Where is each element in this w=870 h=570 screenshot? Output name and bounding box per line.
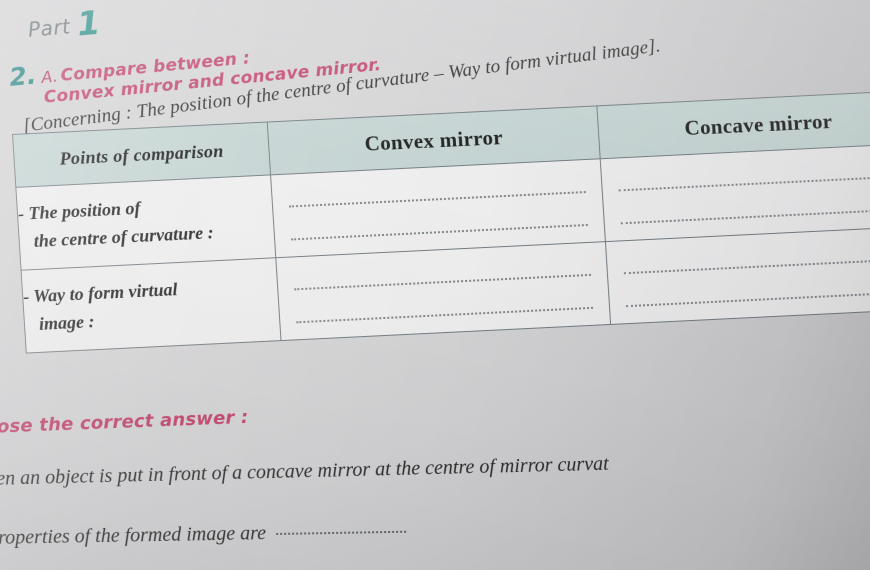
row-label-line2: the centre of curvature : xyxy=(33,222,215,252)
row-label-line1: - Way to form virtual xyxy=(22,279,179,307)
comparison-table: Points of comparison Convex mirror Conca… xyxy=(12,89,870,354)
dotted-answer-line xyxy=(618,174,870,192)
answer-cell-concave-curvature[interactable] xyxy=(600,143,870,242)
comparison-table-wrapper: Points of comparison Convex mirror Conca… xyxy=(12,89,870,354)
answer-cell-concave-virtual-image[interactable] xyxy=(605,225,870,325)
mcq-question-line-2-text: properties of the formed image are xyxy=(0,522,267,549)
mcq-question-line-2: properties of the formed image are xyxy=(0,520,407,550)
dotted-answer-line xyxy=(620,207,870,225)
row-label-line2: image : xyxy=(38,311,96,334)
row-label-virtual-image: - Way to form virtual image : xyxy=(21,257,282,354)
part-label: Part xyxy=(27,14,72,42)
workbook-page-photo: Part 1 2. A.Compare between : Convex mirro… xyxy=(0,0,870,570)
row-label-centre-of-curvature: - The position of the centre of curvatur… xyxy=(15,174,276,271)
answer-cell-convex-virtual-image[interactable] xyxy=(275,241,611,341)
dotted-answer-line xyxy=(294,272,592,291)
dotted-answer-line xyxy=(291,222,588,241)
question-number: 2. xyxy=(8,60,38,92)
question-sub-label: A. xyxy=(40,66,59,87)
dotted-answer-line xyxy=(625,290,870,308)
part-heading: Part 1 xyxy=(26,0,102,45)
part-number: 1 xyxy=(75,2,102,44)
row-label-line1: - The position of xyxy=(17,197,142,224)
answer-cell-convex-curvature[interactable] xyxy=(270,158,606,258)
dotted-answer-line xyxy=(623,257,870,275)
mcq-instruction: oose the correct answer : xyxy=(0,406,249,438)
dotted-answer-line xyxy=(296,305,594,324)
mcq-question-line-1: hen an object is put in front of a conca… xyxy=(0,452,609,490)
dotted-answer-line xyxy=(288,190,586,208)
mcq-answer-blank[interactable] xyxy=(276,530,407,535)
